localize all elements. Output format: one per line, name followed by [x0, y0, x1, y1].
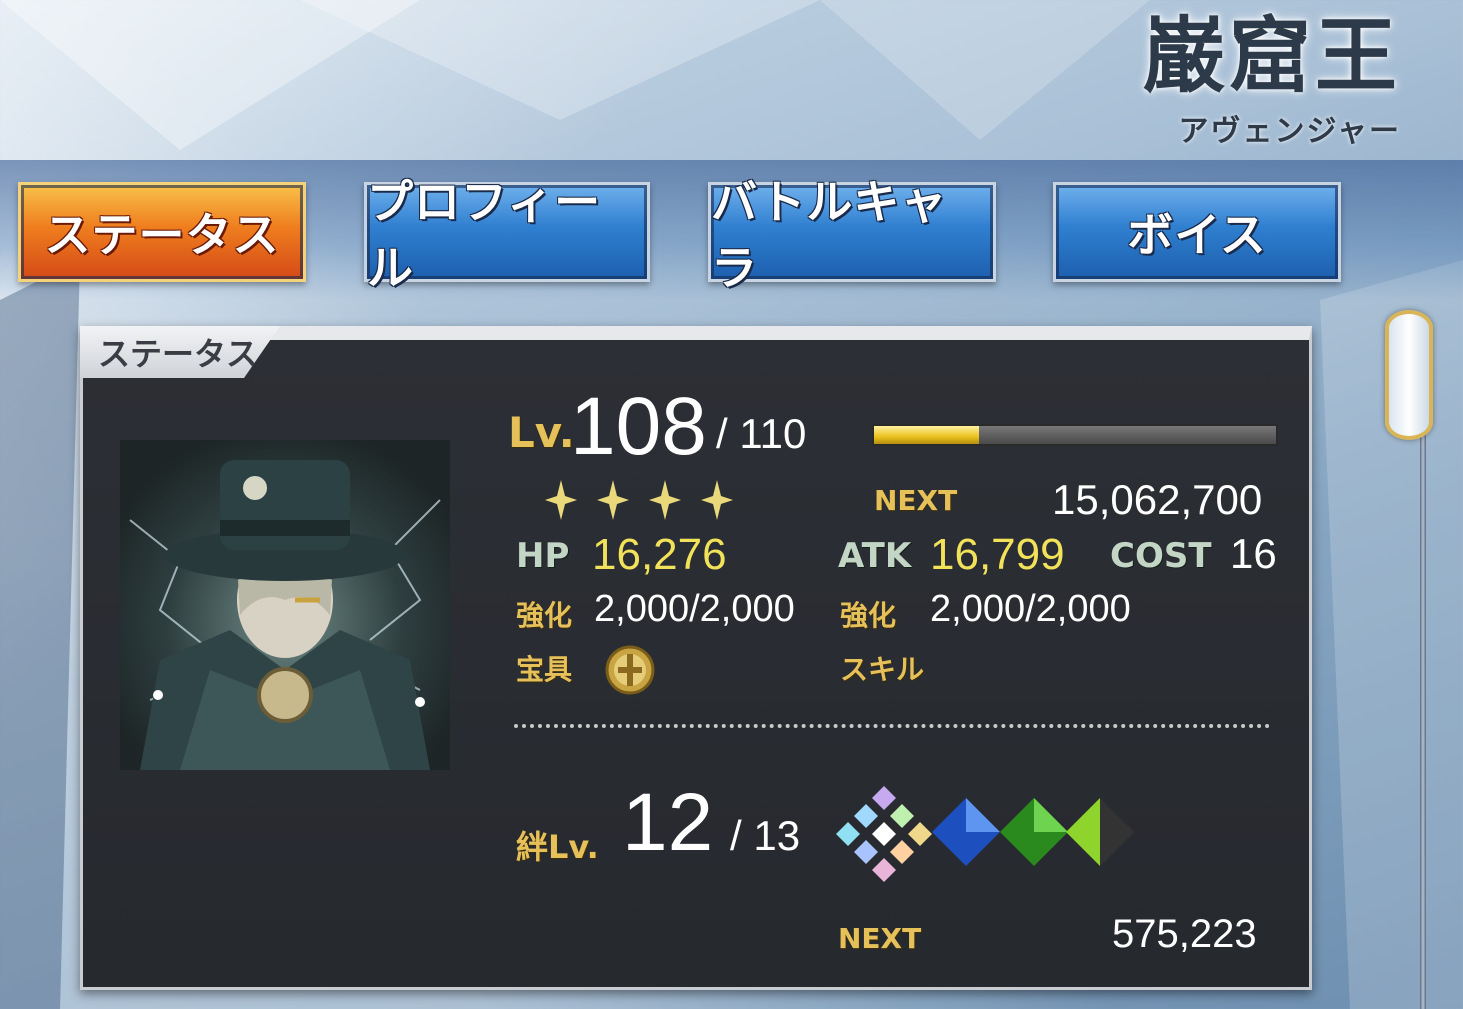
servant-portrait — [120, 440, 450, 770]
hp-value: 16,276 — [592, 530, 727, 579]
hp-enhance-label: 強化 — [516, 599, 573, 632]
np-icon[interactable] — [604, 644, 656, 696]
bond-green-gem-icon — [1000, 798, 1068, 866]
skill-label: スキル — [840, 653, 925, 686]
tab-voice[interactable]: ボイス — [1053, 182, 1341, 282]
atk-label: ATK — [838, 536, 912, 576]
star-icon — [545, 480, 577, 520]
hp-label: HP — [516, 536, 570, 576]
cost-value: 16 — [1230, 530, 1277, 577]
exp-next-value: 15,062,700 — [1052, 476, 1263, 523]
exp-progress-fill — [874, 426, 979, 444]
level-current: 108 — [570, 381, 707, 472]
cost-label: COST — [1110, 536, 1212, 576]
bond-blue-gem-icon — [932, 798, 1000, 866]
star-icon — [701, 480, 733, 520]
bond-prefix: 絆Lv. — [516, 828, 599, 866]
atk-enhance-label: 強化 — [840, 599, 897, 632]
bond-gray-gem-icon — [1066, 798, 1134, 866]
exp-next-label: NEXT — [874, 484, 958, 517]
scrollbar-thumb[interactable] — [1385, 310, 1433, 440]
level-max: / 110 — [716, 410, 807, 457]
servant-name: 巌窟王 — [1142, 8, 1401, 104]
hp-enhance-value: 2,000/2,000 — [594, 588, 795, 630]
level-prefix: Lv. — [508, 408, 575, 457]
bond-current: 12 — [622, 777, 714, 868]
servant-header: 巌窟王 アヴェンジャー — [1143, 8, 1401, 150]
bond-gem-icons — [836, 786, 1134, 882]
tab-profile[interactable]: プロフィール — [364, 175, 650, 295]
tab-battle-character[interactable]: バトルキャラ — [708, 175, 996, 295]
bond-next-label: NEXT — [838, 922, 922, 955]
star-icon — [649, 480, 681, 520]
bond-next-value: 575,223 — [1112, 912, 1257, 956]
atk-enhance-value: 2,000/2,000 — [930, 588, 1131, 630]
tab-status[interactable]: ステータス — [18, 182, 306, 282]
np-label: 宝具 — [516, 653, 573, 686]
servant-class: アヴェンジャー — [1178, 114, 1401, 149]
atk-value: 16,799 — [930, 530, 1065, 579]
section-divider — [514, 724, 1270, 728]
exp-progress-bar — [872, 424, 1278, 446]
bond-max: / 13 — [730, 812, 801, 859]
rarity-stars — [544, 478, 734, 522]
bond-rainbow-gem-icon — [836, 786, 932, 882]
star-icon — [597, 480, 629, 520]
